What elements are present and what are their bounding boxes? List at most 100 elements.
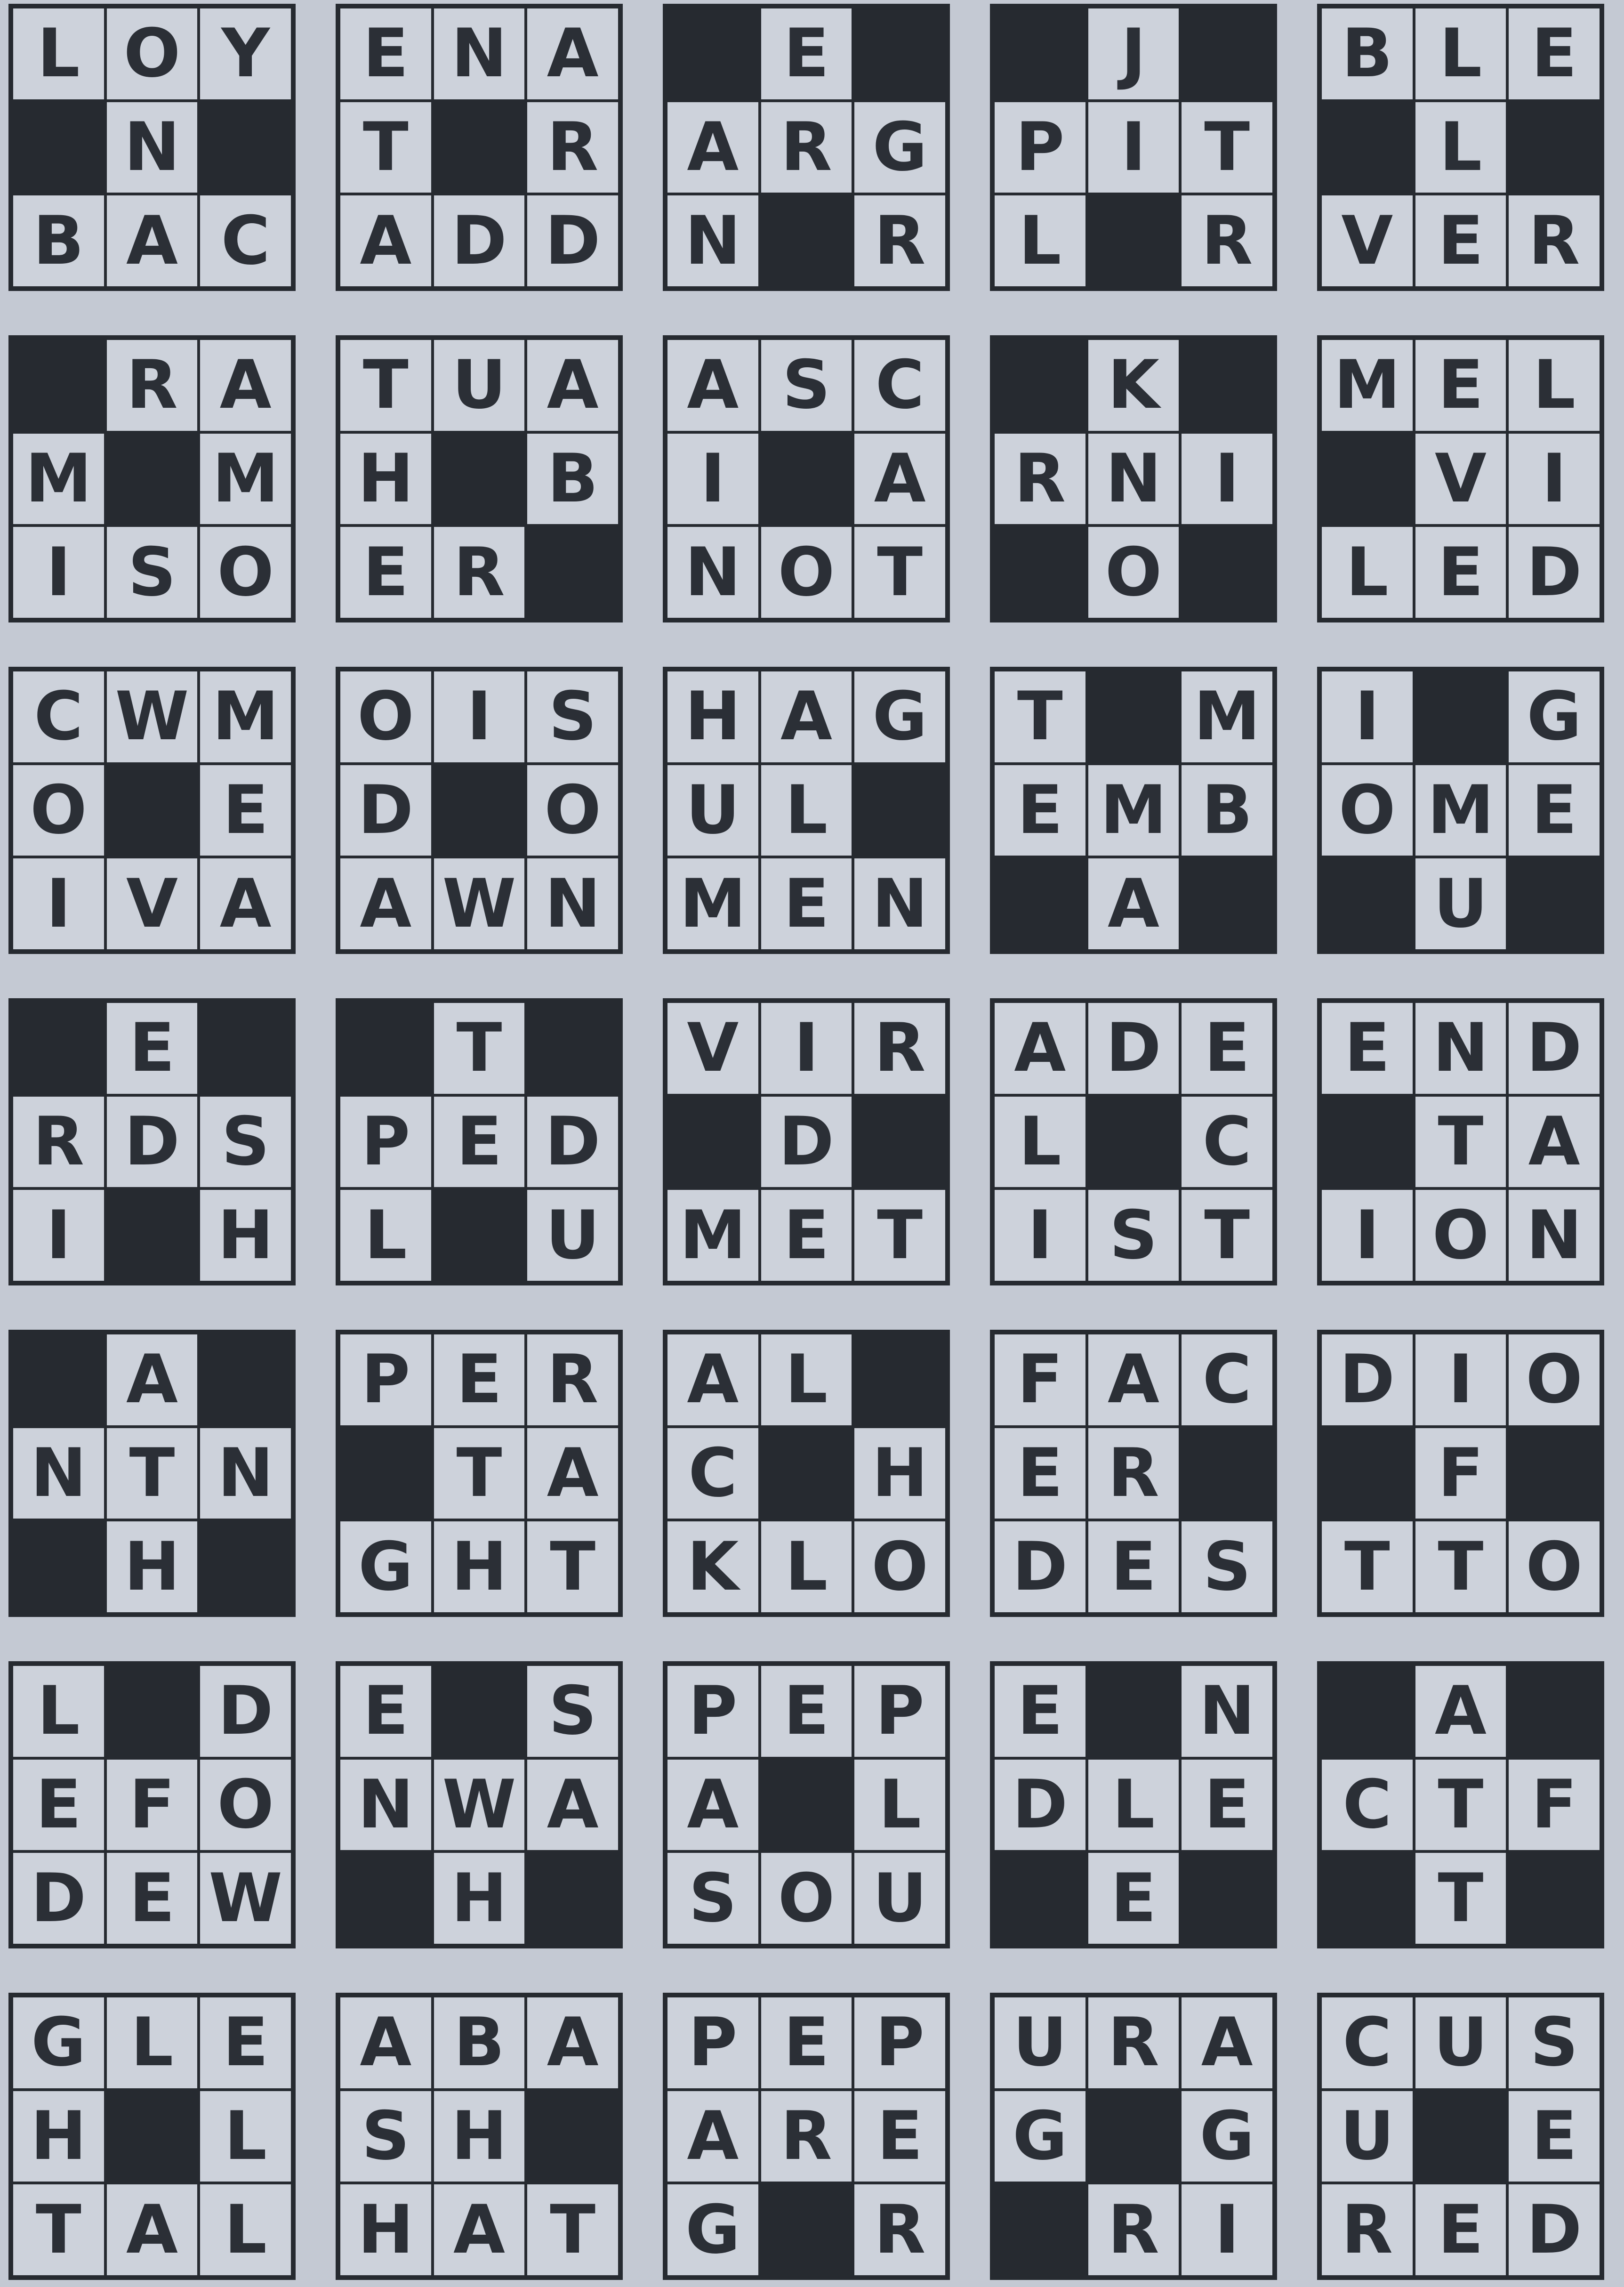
letter-cell: O (199, 1758, 292, 1852)
letter-cell: G (853, 100, 947, 194)
letter-cell: D (526, 1095, 619, 1189)
black-square (432, 100, 526, 194)
black-square (1086, 2089, 1181, 2183)
black-square (1320, 432, 1414, 526)
letter-cell: W (432, 857, 526, 951)
black-square (993, 1851, 1087, 1945)
puzzle-tile: GLEHLTAL (8, 1993, 296, 2280)
letter-cell: S (339, 2089, 433, 2183)
black-square (199, 1002, 292, 1095)
letter-cell: A (432, 2183, 526, 2277)
letter-cell: P (666, 1996, 760, 2090)
black-square (759, 432, 853, 526)
letter-cell: T (339, 100, 433, 194)
letter-cell: R (1086, 2183, 1181, 2277)
black-square (853, 7, 947, 101)
letter-cell: B (1180, 763, 1274, 857)
black-square (12, 1333, 105, 1427)
letter-cell: L (759, 1333, 853, 1427)
black-square (1320, 1095, 1414, 1189)
black-square (199, 100, 292, 194)
puzzle-tile: PEPAREGR (663, 1993, 950, 2280)
letter-cell: H (339, 2183, 433, 2277)
letter-cell: E (432, 1333, 526, 1427)
black-square (759, 1426, 853, 1520)
letter-cell: G (853, 670, 947, 764)
letter-cell: E (993, 1665, 1087, 1758)
letter-cell: N (666, 525, 760, 619)
letter-cell: A (666, 339, 760, 432)
letter-cell: C (12, 670, 105, 764)
letter-cell: T (526, 1520, 619, 1614)
letter-cell: D (1086, 1002, 1181, 1095)
letter-cell: R (432, 525, 526, 619)
puzzle-tile: MELVILED (1317, 335, 1604, 622)
puzzle-tile: ADELCIST (990, 998, 1277, 1285)
puzzle-tile: DIOFTTO (1317, 1330, 1604, 1617)
puzzle-tile: JPITLR (990, 4, 1277, 291)
black-square (1414, 2089, 1508, 2183)
letter-cell: D (105, 1095, 199, 1189)
black-square (1507, 1665, 1601, 1758)
letter-cell: L (1086, 1758, 1181, 1852)
letter-cell: I (1180, 2183, 1274, 2277)
letter-cell: A (339, 857, 433, 951)
letter-cell: D (199, 1665, 292, 1758)
letter-cell: B (12, 194, 105, 288)
letter-cell: U (1320, 2089, 1414, 2183)
letter-cell: G (993, 2089, 1087, 2183)
black-square (993, 7, 1087, 101)
puzzle-tile: ANTNH (8, 1330, 296, 1617)
puzzle-tile: ABASHHAT (336, 1993, 623, 2280)
black-square (526, 525, 619, 619)
letter-cell: E (1507, 7, 1601, 101)
letter-cell: I (666, 432, 760, 526)
letter-cell: H (432, 1520, 526, 1614)
letter-cell: I (12, 857, 105, 951)
letter-cell: E (339, 7, 433, 101)
puzzle-tile: ERDSIH (8, 998, 296, 1285)
letter-cell: A (666, 2089, 760, 2183)
letter-cell: P (853, 1996, 947, 2090)
letter-cell: T (1414, 1095, 1508, 1189)
letter-cell: M (666, 1188, 760, 1282)
letter-cell: T (853, 525, 947, 619)
black-square (432, 763, 526, 857)
black-square (432, 432, 526, 526)
letter-cell: A (1180, 1996, 1274, 2090)
letter-cell: T (853, 1188, 947, 1282)
letter-cell: U (666, 763, 760, 857)
puzzle-tile: TUAHBER (336, 335, 623, 622)
letter-cell: I (759, 1002, 853, 1095)
letter-cell: E (1320, 1002, 1414, 1095)
black-square (12, 339, 105, 432)
letter-cell: W (199, 1851, 292, 1945)
letter-cell: R (1086, 1996, 1181, 2090)
letter-cell: A (759, 670, 853, 764)
letter-cell: T (993, 670, 1087, 764)
puzzle-tile: ESNWAH (336, 1661, 623, 1948)
puzzle-tile: ENDTAION (1317, 998, 1604, 1285)
letter-cell: E (993, 1426, 1087, 1520)
letter-cell: N (1414, 1002, 1508, 1095)
letter-cell: E (199, 1996, 292, 2090)
letter-cell: R (853, 2183, 947, 2277)
letter-cell: T (105, 1426, 199, 1520)
letter-cell: A (199, 339, 292, 432)
black-square (1180, 1851, 1274, 1945)
letter-cell: H (339, 432, 433, 526)
letter-cell: E (1086, 1851, 1181, 1945)
letter-cell: E (853, 2089, 947, 2183)
black-square (1086, 1095, 1181, 1189)
letter-cell: D (1507, 1002, 1601, 1095)
letter-cell: A (339, 1996, 433, 2090)
letter-cell: U (526, 1188, 619, 1282)
letter-cell: V (1414, 432, 1508, 526)
letter-cell: L (199, 2089, 292, 2183)
letter-cell: N (12, 1426, 105, 1520)
letter-cell: R (12, 1095, 105, 1189)
letter-cell: V (666, 1002, 760, 1095)
black-square (199, 1333, 292, 1427)
black-square (1086, 194, 1181, 288)
letter-cell: L (1414, 100, 1508, 194)
